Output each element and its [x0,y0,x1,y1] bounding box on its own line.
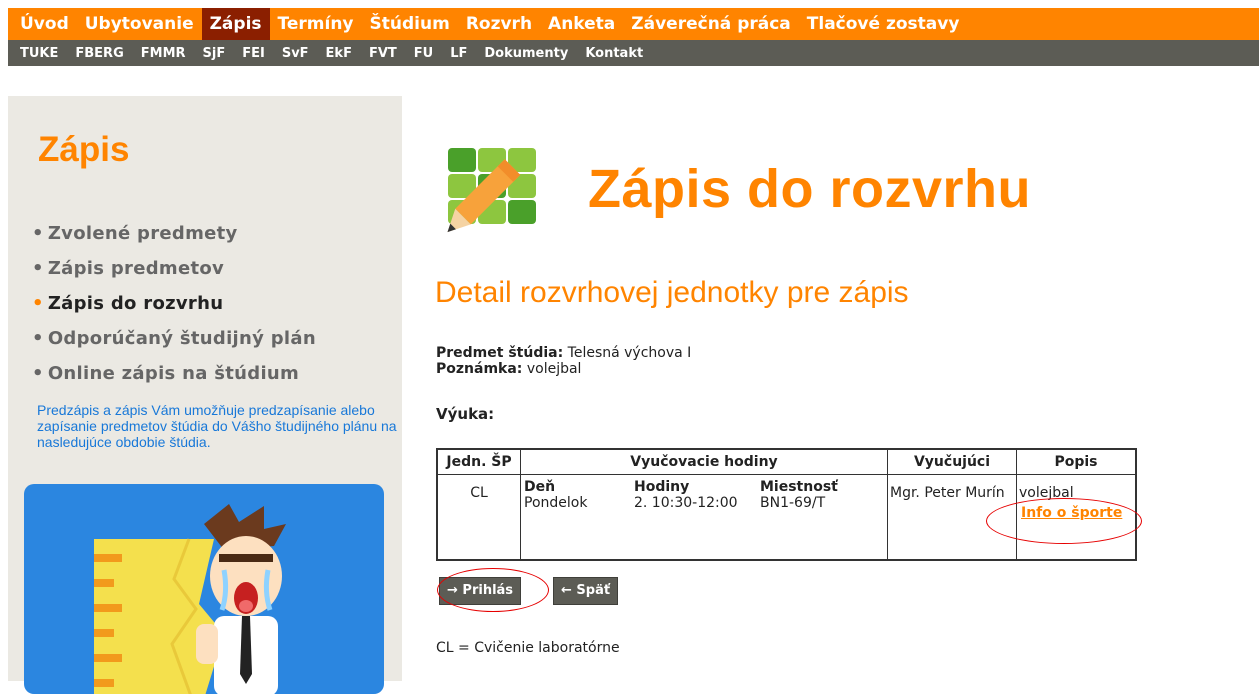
nav-tlacove-zostavy[interactable]: Tlačové zostavy [799,8,968,40]
subject-info: Predmet štúdia: Telesná výchova I Poznám… [436,345,691,377]
sidebar-item-label: Zápis predmetov [47,258,225,279]
nav-anketa[interactable]: Anketa [540,8,623,40]
subject-value: Telesná výchova I [567,345,692,361]
secondary-nav: TUKE FBERG FMMR SjF FEI SvF EkF FVT FU L… [8,40,1259,66]
nav-ekf[interactable]: EkF [319,46,362,61]
sidebar-item-online-zapis[interactable]: • Online zápis na štúdium [32,356,316,391]
nav-svf[interactable]: SvF [275,46,319,61]
sidebar-item-zvolene-predmety[interactable]: • Zvolené predmety [32,216,316,251]
nav-kontakt[interactable]: Kontakt [578,46,653,61]
nav-sjf[interactable]: SjF [196,46,236,61]
cell-hodiny: Deň Hodiny Miestnosť Pondelok 2. 10:30-1… [520,474,888,561]
sidebar-item-zapis-do-rozvrhu[interactable]: • Zápis do rozvrhu [32,286,316,321]
nav-studium[interactable]: Štúdium [362,8,458,40]
nav-zapis[interactable]: Zápis [201,8,270,40]
subheader-hodiny: Hodiny [634,479,690,495]
table-row: CL Deň Hodiny Miestnosť Pondelok 2. 10:3… [436,474,1137,561]
note-label: Poznámka: [436,361,523,377]
nav-dokumenty[interactable]: Dokumenty [477,46,578,61]
subheader-miestnost: Miestnosť [760,479,838,495]
top-navigation: Úvod Ubytovanie Zápis Termíny Štúdium Ro… [8,8,1259,66]
vyuka-heading: Výuka: [436,405,495,423]
nav-lf[interactable]: LF [443,46,477,61]
sidebar: Zápis • Zvolené predmety • Zápis predmetov… [8,96,402,694]
prihlas-button[interactable]: → Prihlás [439,577,522,605]
info-o-sporte-link[interactable]: Info o športe [1021,505,1135,521]
schedule-table: Jedn. ŠP Vyučovacie hodiny Vyučujúci Pop… [436,448,1137,561]
bullet-icon: • [32,293,44,314]
sidebar-item-label: Online zápis na štúdium [47,363,300,384]
sidebar-item-label: Zápis do rozvrhu [47,293,224,314]
popis-text: volejbal [1019,485,1074,501]
cell-time: 2. 10:30-12:00 [634,495,738,511]
bullet-icon: • [32,363,44,384]
sidebar-item-odporucany-plan[interactable]: • Odporúčaný študijný plán [32,321,316,356]
note-value: volejbal [526,361,582,377]
sidebar-title: Zápis [38,130,130,169]
header-hodiny: Vyučovacie hodiny [520,448,888,475]
nav-fvt[interactable]: FVT [362,46,407,61]
cell-room: BN1-69/T [760,495,826,511]
bullet-icon: • [32,258,44,279]
nav-tuke[interactable]: TUKE [13,46,68,61]
cell-jedn: CL [436,474,521,561]
sidebar-item-zapis-predmetov[interactable]: • Zápis predmetov [32,251,316,286]
legend-text: CL = Cvičenie laboratórne [436,640,620,656]
nav-ubytovanie[interactable]: Ubytovanie [77,8,202,40]
nav-fu[interactable]: FU [407,46,443,61]
header-vyucujuci: Vyučujúci [887,448,1017,475]
cell-popis: volejbal Info o športe [1016,474,1137,561]
nav-terminy[interactable]: Termíny [270,8,362,40]
sidebar-menu: • Zvolené predmety • Zápis predmetov • Zápi… [32,216,316,391]
nav-fei[interactable]: FEI [235,46,275,61]
page-subtitle: Detail rozvrhovej jednotky pre zápis [435,276,909,309]
page-title: Zápis do rozvrhu [588,159,1032,219]
nav-rozvrh[interactable]: Rozvrh [458,8,540,40]
schedule-pencil-icon [440,146,536,254]
table-header-row: Jedn. ŠP Vyučovacie hodiny Vyučujúci Pop… [436,448,1137,475]
primary-nav: Úvod Ubytovanie Zápis Termíny Štúdium Ro… [8,8,1259,40]
nav-fberg[interactable]: FBERG [68,46,133,61]
nav-zaverecna-praca[interactable]: Záverečná práca [623,8,798,40]
spat-button[interactable]: ← Späť [553,577,619,605]
cell-den: Pondelok [524,495,588,511]
bullet-icon: • [32,328,44,349]
crying-student-illustration [24,484,384,694]
sidebar-item-label: Odporúčaný študijný plán [47,328,316,349]
subheader-den: Deň [524,479,556,495]
nav-fmmr[interactable]: FMMR [134,46,196,61]
subject-label: Predmet štúdia: [436,345,564,361]
cell-teacher: Mgr. Peter Murín [887,474,1017,561]
nav-uvod[interactable]: Úvod [12,8,77,40]
sidebar-description: Predzápis a zápis Vám umožňuje predzapís… [37,402,397,450]
header-jedn: Jedn. ŠP [436,448,521,475]
sidebar-item-label: Zvolené predmety [47,223,238,244]
bullet-icon: • [32,223,44,244]
header-popis: Popis [1016,448,1137,475]
